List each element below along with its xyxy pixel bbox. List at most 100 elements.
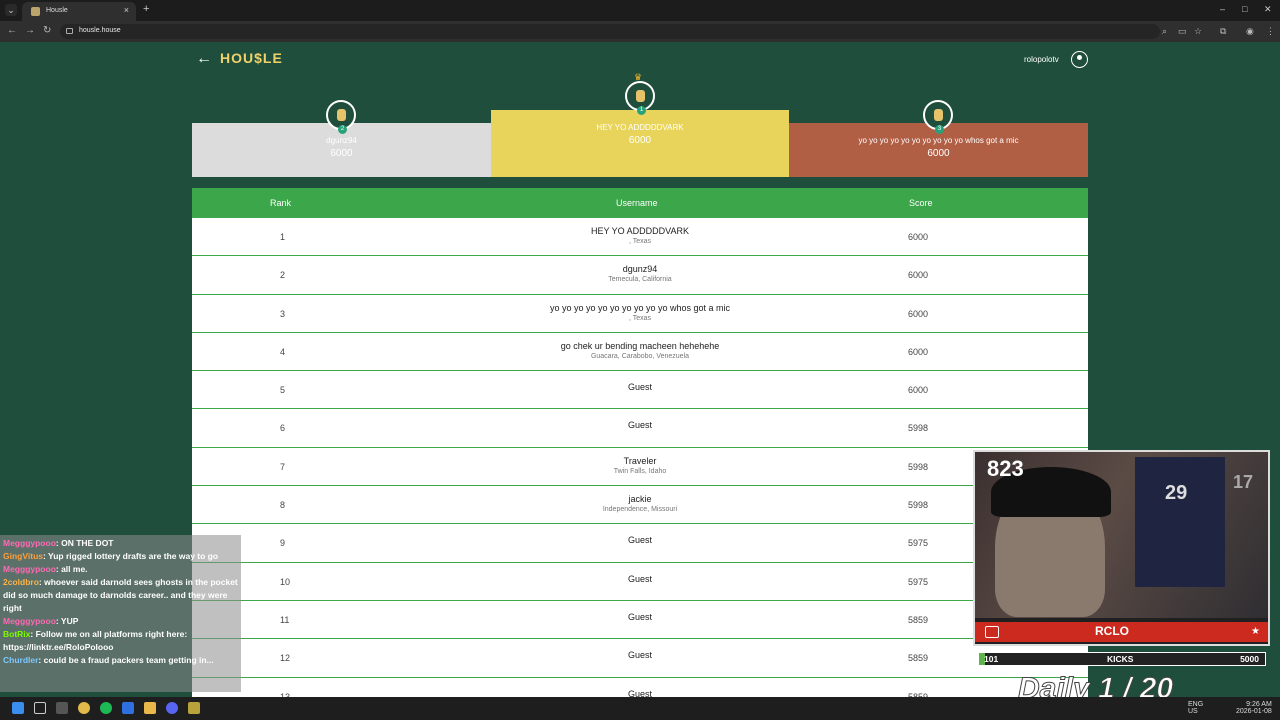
language-indicator[interactable]: ENG US: [1188, 701, 1203, 715]
table-row[interactable]: 8 jackie Independence, Missouri 5998: [192, 486, 1088, 525]
chat-message: GingVitus: Yup rigged lottery drafts are…: [3, 550, 238, 563]
language-code: ENG: [1188, 701, 1204, 708]
score-cell: 5998: [908, 461, 929, 472]
location-text: Twin Falls, Idaho: [613, 467, 667, 475]
chat-username[interactable]: 2coldbro: [3, 577, 39, 587]
username-text: Guest: [627, 650, 652, 661]
chat-username[interactable]: Megggypooo: [3, 538, 56, 548]
maximize-button[interactable]: □: [1242, 4, 1247, 14]
cast-icon[interactable]: ▭: [1178, 26, 1187, 37]
clock[interactable]: 9:26 AM 2026-01-08: [1236, 701, 1272, 715]
podium-first-score: 6000: [628, 135, 652, 146]
menu-kebab-icon[interactable]: ⋮: [1266, 26, 1275, 37]
username-text: HEY YO ADDDDDVARK: [590, 226, 690, 236]
score-cell: 5859: [908, 653, 929, 664]
score-cell: 6000: [908, 270, 929, 281]
score-cell: 5975: [908, 576, 929, 587]
username-cell: Guest: [390, 650, 890, 660]
username-text: Guest: [627, 382, 652, 393]
username-label[interactable]: rolopolotv: [1024, 55, 1059, 64]
browser-tab-housle[interactable]: Housle ×: [22, 2, 136, 21]
table-row[interactable]: 1 HEY YO ADDDDDVARK , Texas 6000: [192, 218, 1088, 257]
username-text: Guest: [627, 420, 652, 431]
app-icon[interactable]: [122, 702, 134, 714]
file-explorer-icon[interactable]: [144, 702, 156, 714]
extensions-icon[interactable]: ⧉: [1220, 26, 1226, 37]
table-row[interactable]: 11 Guest 5859: [192, 601, 1088, 640]
table-row[interactable]: 3 yo yo yo yo yo yo yo yo yo yo whos got …: [192, 295, 1088, 333]
chat-message: Megggypooo: all me.: [3, 563, 238, 576]
forward-nav-icon[interactable]: →: [25, 25, 35, 36]
podium-first-place[interactable]: HEY YO ADDDDDVARK 6000: [491, 110, 789, 177]
chat-message: BotRix: Follow me on all platforms right…: [3, 628, 238, 654]
tab-title: Housle: [46, 7, 68, 14]
reload-icon[interactable]: ↻: [43, 25, 51, 36]
chat-username[interactable]: Megggypooo: [3, 616, 56, 626]
chat-username[interactable]: BotRix: [3, 629, 30, 639]
table-row[interactable]: 5 Guest 6000: [192, 371, 1088, 410]
second-place-medal-icon: 2: [326, 100, 356, 134]
table-row[interactable]: 6 Guest 5998: [192, 409, 1088, 448]
third-place-medal-icon: 3: [923, 100, 953, 134]
zoom-icon[interactable]: ⌕: [1162, 26, 1167, 37]
profile-icon[interactable]: ◉: [1246, 26, 1254, 37]
chat-username[interactable]: Churdler: [3, 655, 38, 665]
table-row[interactable]: 2 dgunz94 Temecula, California 6000: [192, 256, 1088, 295]
podium-third-name: yo yo yo yo yo yo yo yo yo yo whos got a…: [858, 136, 1019, 145]
back-nav-icon[interactable]: ←: [7, 25, 17, 36]
username-column-header: Username: [616, 198, 658, 208]
chrome-icon[interactable]: [78, 702, 90, 714]
url-input[interactable]: housle.house: [60, 24, 1160, 39]
rank-badge: 1: [637, 106, 646, 115]
browser-address-bar: ← → ↻ housle.house ⌕ ▭ ☆ ⧉ ◉ ⋮: [0, 21, 1280, 42]
rank-cell: 6: [280, 423, 286, 434]
start-menu-icon[interactable]: [12, 702, 24, 714]
chat-text: : Yup rigged lottery drafts are the way …: [43, 551, 219, 561]
spotify-icon[interactable]: [100, 702, 112, 714]
app-icon[interactable]: [188, 702, 200, 714]
chat-text: : whoever said darnold sees ghosts in th…: [3, 577, 238, 613]
chat-username[interactable]: Megggypooo: [3, 564, 56, 574]
jersey-number: 29: [1165, 482, 1188, 504]
task-view-icon[interactable]: [56, 702, 68, 714]
rank-cell: 2: [280, 270, 286, 281]
score-cell: 5859: [908, 614, 929, 625]
table-row[interactable]: 12 Guest 5859: [192, 639, 1088, 678]
username-cell: dgunz94 Temecula, California: [390, 264, 890, 283]
discord-icon[interactable]: [166, 702, 178, 714]
rank-cell: 11: [280, 614, 290, 625]
kicks-goal-bar: 101 KICKS 5000: [978, 652, 1266, 666]
location-text: Independence, Missouri: [602, 506, 678, 514]
table-row[interactable]: 4 go chek ur bending macheen hehehehe Guac…: [192, 333, 1088, 372]
browser-tab-bar: ⌄ Housle × + – □ ✕: [0, 0, 1280, 21]
rank-cell: 5: [280, 385, 286, 396]
search-icon[interactable]: [34, 702, 46, 714]
chat-username[interactable]: GingVitus: [3, 551, 43, 561]
minimize-button[interactable]: –: [1220, 4, 1225, 14]
stream-chat-overlay: Megggypooo: ON THE DOT GingVitus: Yup rig…: [0, 535, 241, 692]
rank-cell: 10: [280, 576, 291, 587]
back-arrow-icon[interactable]: ←: [196, 50, 212, 68]
housle-favicon-icon: [31, 7, 40, 16]
table-row[interactable]: 10 Guest 5975: [192, 563, 1088, 601]
housle-logo[interactable]: HOU$LE: [220, 50, 283, 66]
table-row[interactable]: 7 Traveler Twin Falls, Idaho 5998: [192, 448, 1088, 487]
goal-target: 5000: [1240, 654, 1259, 664]
rank-cell: 1: [280, 232, 286, 242]
table-row[interactable]: 9 Guest 5975: [192, 524, 1088, 563]
score-cell: 6000: [908, 308, 929, 319]
region-code: US: [1188, 708, 1198, 715]
username-cell: jackie Independence, Missouri: [390, 494, 890, 513]
new-tab-button[interactable]: +: [143, 3, 149, 15]
rank-cell: 7: [280, 461, 286, 472]
site-info-icon[interactable]: [66, 28, 73, 34]
tab-search-icon[interactable]: ⌄: [5, 4, 17, 16]
user-avatar-icon[interactable]: [1071, 51, 1088, 68]
tab-close-icon[interactable]: ×: [124, 5, 129, 15]
kick-icon: [985, 626, 999, 638]
bookmark-star-icon[interactable]: ☆: [1194, 26, 1202, 37]
username-text: Guest: [627, 611, 652, 622]
location-text: , Texas: [628, 238, 652, 245]
table-header: Rank Username Score: [192, 188, 1088, 218]
close-window-button[interactable]: ✕: [1264, 4, 1272, 15]
